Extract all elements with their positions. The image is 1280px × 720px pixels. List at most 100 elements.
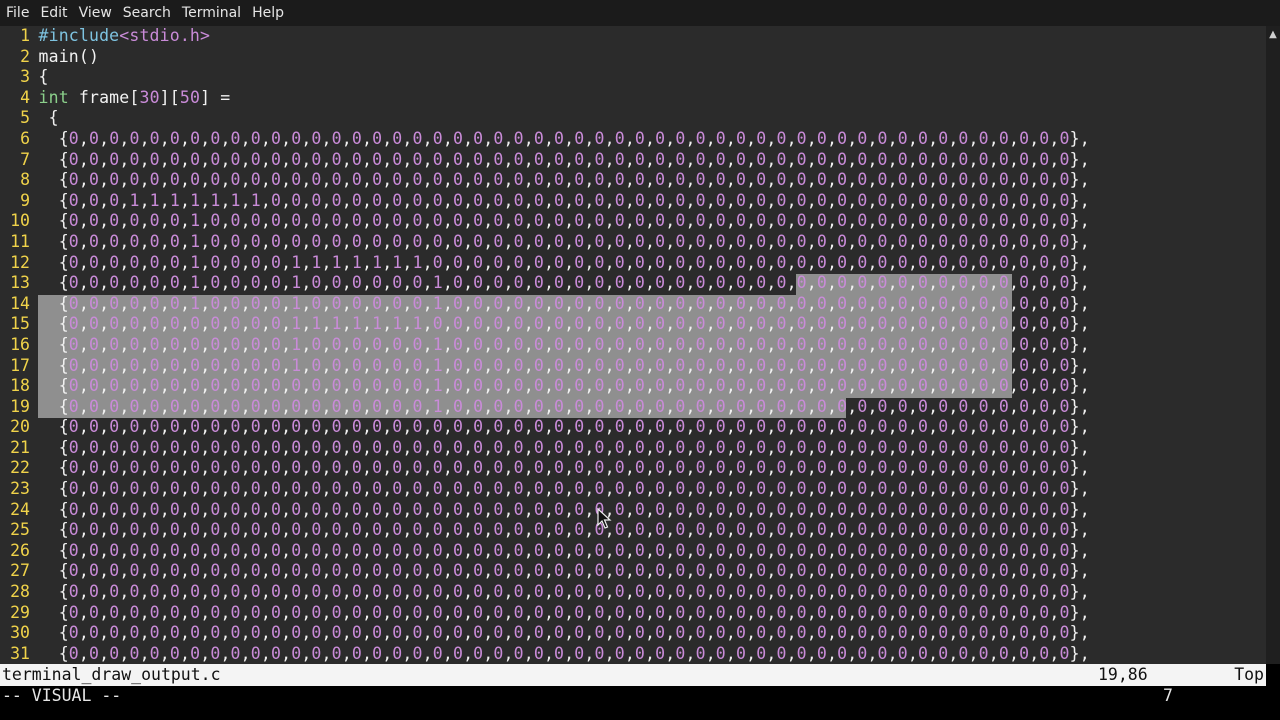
line-number: 6 [20, 128, 30, 148]
menu-edit[interactable]: Edit [40, 5, 67, 21]
code-text: {0,0,0,0,0,0,0,0,0,0,0,1,1,1,1,1,1,1,0,0… [38, 314, 1090, 334]
line-number: 23 [10, 479, 30, 499]
code-line[interactable]: 5 { [0, 108, 1266, 129]
code-line[interactable]: 29 {0,0,0,0,0,0,0,0,0,0,0,0,0,0,0,0,0,0,… [0, 603, 1266, 624]
line-number: 7 [20, 149, 30, 169]
line-number: 5 [20, 108, 30, 128]
code-text: {0,0,0,0,0,0,0,0,0,0,0,0,0,0,0,0,0,0,0,0… [38, 623, 1090, 643]
menu-file[interactable]: File [6, 5, 29, 21]
menu-view[interactable]: View [79, 5, 112, 21]
vertical-scrollbar[interactable]: ▲ [1266, 26, 1280, 664]
code-line[interactable]: 30 {0,0,0,0,0,0,0,0,0,0,0,0,0,0,0,0,0,0,… [0, 623, 1266, 644]
code-line[interactable]: 9 {0,0,0,1,1,1,1,1,1,1,0,0,0,0,0,0,0,0,0… [0, 191, 1266, 212]
code-line[interactable]: 20 {0,0,0,0,0,0,0,0,0,0,0,0,0,0,0,0,0,0,… [0, 417, 1266, 438]
code-line[interactable]: 23 {0,0,0,0,0,0,0,0,0,0,0,0,0,0,0,0,0,0,… [0, 479, 1266, 500]
code-line[interactable]: 14 {0,0,0,0,0,0,1,0,0,0,0,1,0,0,0,0,0,0,… [0, 294, 1266, 315]
code-text: {0,0,0,0,0,0,0,0,0,0,0,0,0,0,0,0,0,0,0,0… [38, 602, 1090, 622]
code-text: {0,0,0,0,0,0,1,0,0,0,0,0,0,0,0,0,0,0,0,0… [38, 231, 1090, 251]
line-number: 17 [10, 355, 30, 375]
code-text: {0,0,0,0,0,0,0,0,0,0,0,0,0,0,0,0,0,0,0,0… [38, 149, 1090, 169]
code-text: main() [38, 46, 100, 66]
line-number: 20 [10, 417, 30, 437]
code-text: {0,0,0,0,0,0,1,0,0,0,0,1,0,0,0,0,0,0,1,0… [38, 273, 1090, 293]
line-number: 31 [10, 643, 30, 663]
code-line[interactable]: 21 {0,0,0,0,0,0,0,0,0,0,0,0,0,0,0,0,0,0,… [0, 438, 1266, 459]
menu-help[interactable]: Help [252, 5, 284, 21]
code-line[interactable]: 28 {0,0,0,0,0,0,0,0,0,0,0,0,0,0,0,0,0,0,… [0, 582, 1266, 603]
line-number: 21 [10, 437, 30, 457]
menubar: File Edit View Search Terminal Help [0, 0, 1280, 26]
mode-indicator: -- VISUAL -- [2, 686, 122, 705]
code-text: {0,0,0,0,0,0,0,0,0,0,0,0,0,0,0,0,0,0,0,0… [38, 582, 1090, 602]
code-line[interactable]: 22 {0,0,0,0,0,0,0,0,0,0,0,0,0,0,0,0,0,0,… [0, 458, 1266, 479]
line-number: 25 [10, 520, 30, 540]
code-line[interactable]: 7 {0,0,0,0,0,0,0,0,0,0,0,0,0,0,0,0,0,0,0… [0, 150, 1266, 171]
code-text: {0,0,0,0,0,0,0,0,0,0,0,0,0,0,0,0,0,0,0,0… [38, 458, 1090, 478]
code-text: {0,0,0,0,0,0,0,0,0,0,0,0,0,0,0,0,0,0,0,0… [38, 170, 1090, 190]
line-number: 30 [10, 623, 30, 643]
line-number: 15 [10, 314, 30, 334]
code-line[interactable]: 6 {0,0,0,0,0,0,0,0,0,0,0,0,0,0,0,0,0,0,0… [0, 129, 1266, 150]
code-text: {0,0,0,0,0,0,0,0,0,0,0,0,0,0,0,0,0,0,0,0… [38, 417, 1090, 437]
line-number: 12 [10, 252, 30, 272]
code-text: {0,0,0,0,0,0,0,0,0,0,0,0,0,0,0,0,0,0,1,0… [38, 376, 1090, 396]
line-number: 19 [10, 396, 30, 416]
code-line[interactable]: 24 {0,0,0,0,0,0,0,0,0,0,0,0,0,0,0,0,0,0,… [0, 500, 1266, 521]
scroll-up-arrow-icon[interactable]: ▲ [1266, 30, 1280, 40]
line-number: 10 [10, 211, 30, 231]
code-line[interactable]: 1 #include<stdio.h> [0, 26, 1266, 47]
line-number: 4 [20, 87, 30, 107]
code-line[interactable]: 27 {0,0,0,0,0,0,0,0,0,0,0,0,0,0,0,0,0,0,… [0, 561, 1266, 582]
code-text: #include<stdio.h> [38, 26, 211, 45]
line-number: 22 [10, 458, 30, 478]
code-line[interactable]: 31 {0,0,0,0,0,0,0,0,0,0,0,0,0,0,0,0,0,0,… [0, 644, 1266, 664]
code-text: {0,0,0,1,1,1,1,1,1,1,0,0,0,0,0,0,0,0,0,0… [38, 190, 1090, 210]
code-text: {0,0,0,0,0,0,1,0,0,0,0,1,0,0,0,0,0,0,1,0… [38, 293, 1090, 313]
line-number: 29 [10, 602, 30, 622]
line-number: 28 [10, 582, 30, 602]
editor-pane[interactable]: 1 #include<stdio.h> 2 main() 3{4 int frame[30… [0, 26, 1266, 664]
code-text: {0,0,0,0,0,0,0,0,0,0,0,0,0,0,0,0,0,0,0,0… [38, 437, 1090, 457]
editor-lines: 1 #include<stdio.h> 2 main() 3{4 int frame[30… [0, 26, 1266, 664]
selection-count: 7 [1163, 686, 1173, 705]
code-line[interactable]: 8 {0,0,0,0,0,0,0,0,0,0,0,0,0,0,0,0,0,0,0… [0, 170, 1266, 191]
code-line[interactable]: 2 main() [0, 47, 1266, 68]
status-cursor-position: 19,86 [1098, 665, 1148, 684]
code-line[interactable]: 12 {0,0,0,0,0,0,1,0,0,0,0,1,1,1,1,1,1,1,… [0, 253, 1266, 274]
code-line[interactable]: 17 {0,0,0,0,0,0,0,0,0,0,0,1,0,0,0,0,0,0,… [0, 356, 1266, 377]
code-text: {0,0,0,0,0,0,0,0,0,0,0,1,0,0,0,0,0,0,1,0… [38, 334, 1090, 354]
menu-search[interactable]: Search [123, 5, 171, 21]
line-number: 14 [10, 293, 30, 313]
code-text: {0,0,0,0,0,0,0,0,0,0,0,0,0,0,0,0,0,0,0,0… [38, 561, 1090, 581]
code-line[interactable]: 4 int frame[30][50] = [0, 88, 1266, 109]
code-line[interactable]: 18 {0,0,0,0,0,0,0,0,0,0,0,0,0,0,0,0,0,0,… [0, 376, 1266, 397]
code-line[interactable]: 26 {0,0,0,0,0,0,0,0,0,0,0,0,0,0,0,0,0,0,… [0, 541, 1266, 562]
line-number: 24 [10, 499, 30, 519]
code-line[interactable]: 25 {0,0,0,0,0,0,0,0,0,0,0,0,0,0,0,0,0,0,… [0, 520, 1266, 541]
code-text: {0,0,0,0,0,0,0,0,0,0,0,1,0,0,0,0,0,0,1,0… [38, 355, 1090, 375]
code-text: {0,0,0,0,0,0,0,0,0,0,0,0,0,0,0,0,0,0,1,0… [38, 396, 1090, 416]
code-text: {0,0,0,0,0,0,0,0,0,0,0,0,0,0,0,0,0,0,0,0… [38, 499, 1090, 519]
code-text: {0,0,0,0,0,0,1,0,0,0,0,1,1,1,1,1,1,1,0,0… [38, 252, 1090, 272]
line-number: 3 [20, 67, 30, 87]
code-text: {0,0,0,0,0,0,0,0,0,0,0,0,0,0,0,0,0,0,0,0… [38, 643, 1090, 663]
line-number: 8 [20, 170, 30, 190]
line-number: 1 [20, 26, 30, 45]
code-line[interactable]: 10 {0,0,0,0,0,0,1,0,0,0,0,0,0,0,0,0,0,0,… [0, 211, 1266, 232]
code-line[interactable]: 15 {0,0,0,0,0,0,0,0,0,0,0,1,1,1,1,1,1,1,… [0, 314, 1266, 335]
code-line[interactable]: 13 {0,0,0,0,0,0,1,0,0,0,0,1,0,0,0,0,0,0,… [0, 273, 1266, 294]
line-number: 16 [10, 334, 30, 354]
code-line[interactable]: 19 {0,0,0,0,0,0,0,0,0,0,0,0,0,0,0,0,0,0,… [0, 397, 1266, 418]
command-line[interactable]: -- VISUAL -- 7 [0, 686, 1280, 720]
mouse-pointer-icon [597, 508, 612, 529]
code-text: {0,0,0,0,0,0,1,0,0,0,0,0,0,0,0,0,0,0,0,0… [38, 211, 1090, 231]
code-text: {0,0,0,0,0,0,0,0,0,0,0,0,0,0,0,0,0,0,0,0… [38, 128, 1090, 148]
menu-terminal[interactable]: Terminal [182, 5, 241, 21]
code-line[interactable]: 3{ [0, 67, 1266, 88]
line-number: 11 [10, 231, 30, 251]
code-text: {0,0,0,0,0,0,0,0,0,0,0,0,0,0,0,0,0,0,0,0… [38, 540, 1090, 560]
code-line[interactable]: 11 {0,0,0,0,0,0,1,0,0,0,0,0,0,0,0,0,0,0,… [0, 232, 1266, 253]
code-text: { [38, 108, 59, 128]
status-filename: terminal_draw_output.c [2, 665, 221, 684]
code-line[interactable]: 16 {0,0,0,0,0,0,0,0,0,0,0,1,0,0,0,0,0,0,… [0, 335, 1266, 356]
